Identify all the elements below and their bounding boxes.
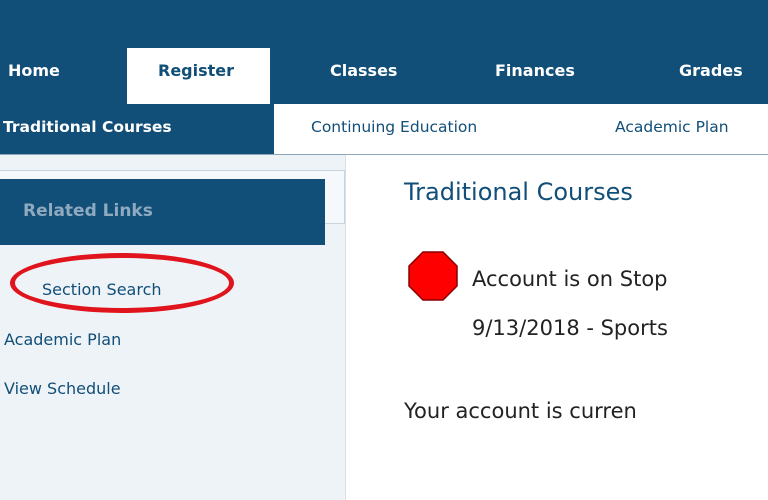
subtab-continuing-education[interactable]: Continuing Education bbox=[311, 104, 571, 154]
tab-finances[interactable]: Finances bbox=[495, 48, 635, 104]
tab-grades[interactable]: Grades bbox=[679, 48, 768, 104]
sidebar-link-academic-plan[interactable]: Academic Plan bbox=[4, 330, 121, 349]
tab-register[interactable]: Register bbox=[127, 48, 270, 104]
account-status-text: Your account is curren bbox=[404, 399, 637, 423]
subtab-academic-plan[interactable]: Academic Plan bbox=[615, 104, 768, 154]
stop-notice-detail: 9/13/2018 - Sports bbox=[472, 316, 668, 340]
sidebar-link-view-schedule[interactable]: View Schedule bbox=[4, 379, 121, 398]
sub-navigation-bar: Traditional Courses Continuing Education… bbox=[0, 104, 768, 155]
subtab-traditional-courses[interactable]: Traditional Courses bbox=[0, 104, 274, 154]
top-navigation-bar: Home Register Classes Finances Grades bbox=[0, 0, 768, 104]
main-content: Traditional Courses Account is on Stop 9… bbox=[346, 155, 768, 500]
highlight-annotation-ellipse bbox=[10, 253, 234, 313]
sidebar: Related Links Section Search Academic Pl… bbox=[0, 155, 346, 500]
tab-home[interactable]: Home bbox=[8, 48, 120, 104]
page-title: Traditional Courses bbox=[404, 178, 633, 206]
stop-sign-icon bbox=[408, 251, 458, 301]
tab-classes[interactable]: Classes bbox=[330, 48, 450, 104]
stop-notice-text: Account is on Stop bbox=[472, 267, 668, 291]
related-links-header: Related Links bbox=[0, 179, 325, 245]
